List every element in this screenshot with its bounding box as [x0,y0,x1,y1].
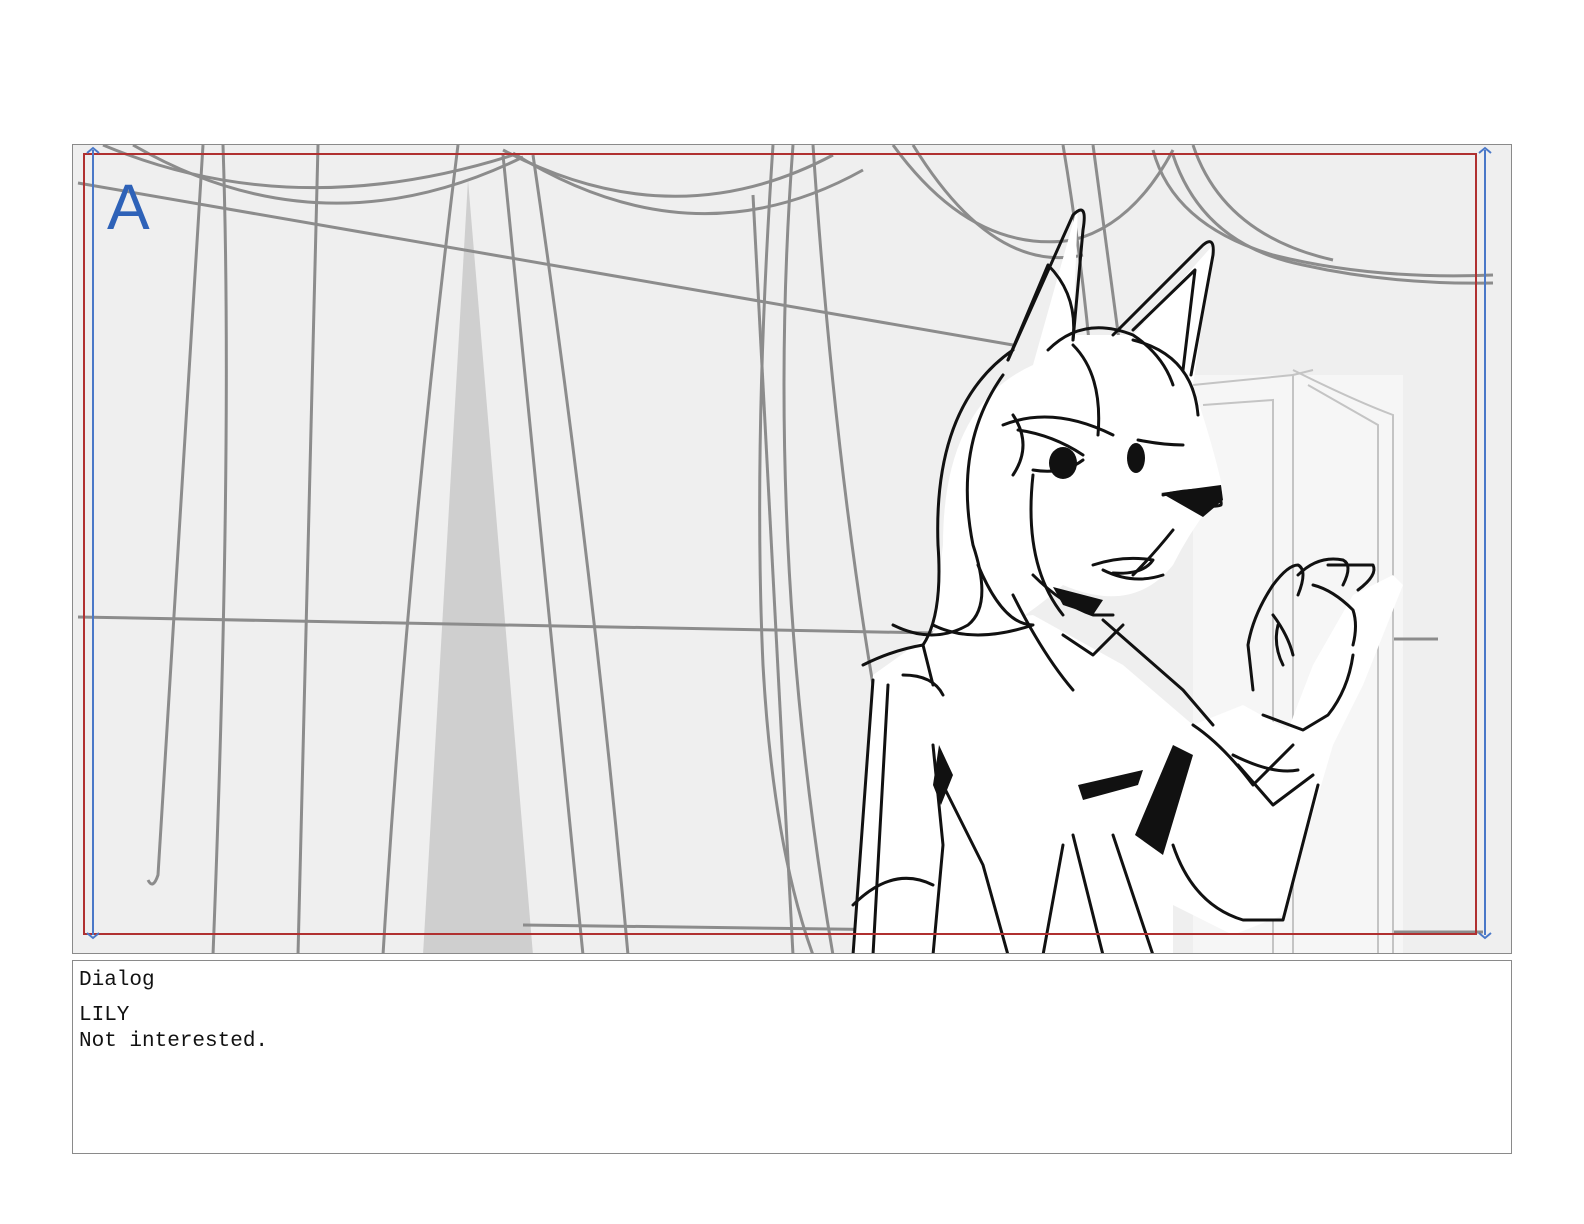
dialog-character-name: LILY [79,1004,130,1027]
panel-label: A [107,171,150,243]
dialog-box: Dialog LILY Not interested. [72,960,1512,1154]
panel-sketch-image [73,145,1511,953]
dialog-heading: Dialog [79,969,155,992]
dialog-line-text: Not interested. [79,1030,269,1053]
storyboard-page: A Dialog LILY Not interested. [0,0,1584,1224]
storyboard-panel: A [72,144,1512,954]
